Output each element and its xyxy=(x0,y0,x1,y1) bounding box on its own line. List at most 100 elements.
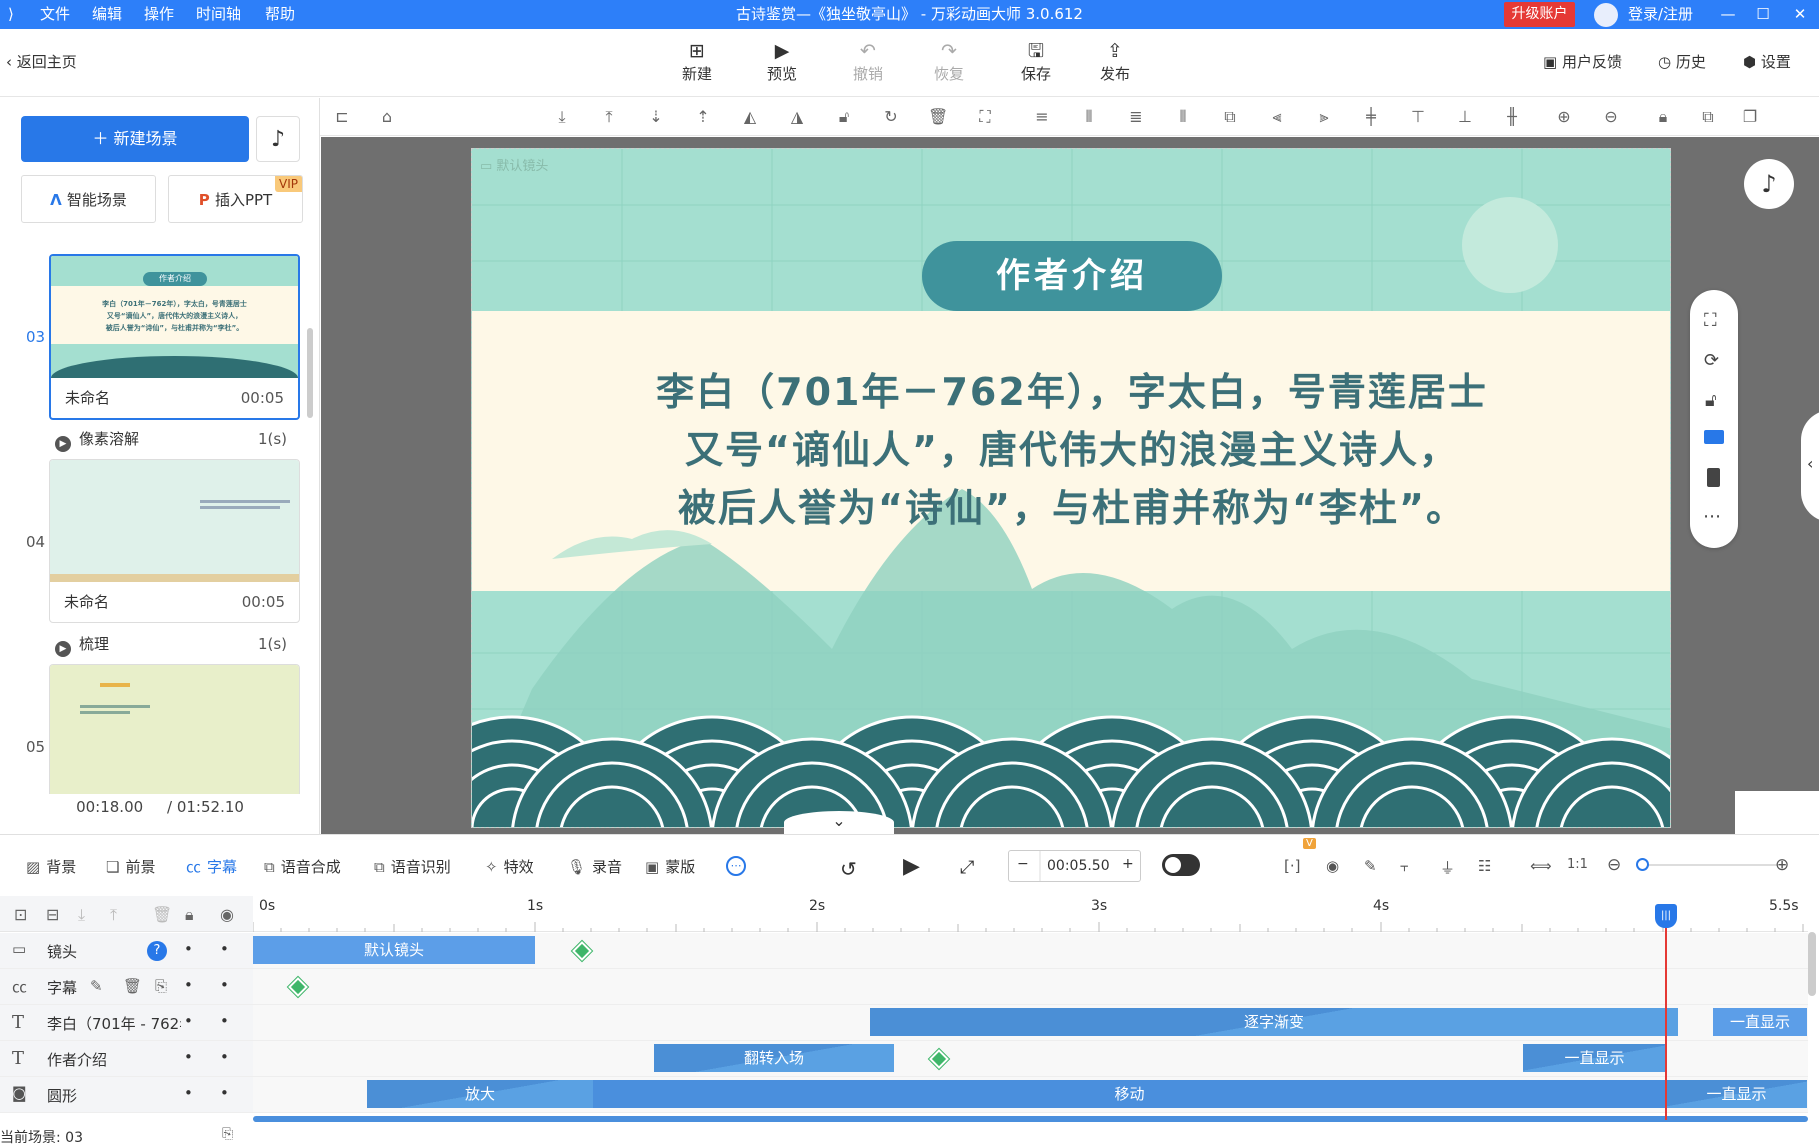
dot-icon[interactable]: • xyxy=(184,1012,193,1030)
align-left-icon[interactable]: ⫷ xyxy=(1267,107,1287,127)
lock-icon[interactable]: 🔓︎ xyxy=(834,107,854,127)
rotate-icon[interactable]: ↻ xyxy=(881,107,901,127)
flip-v-icon[interactable]: ◮ xyxy=(787,107,807,127)
move-up-icon[interactable]: ⤒ xyxy=(110,905,117,925)
move-down-icon[interactable]: ⤓ xyxy=(78,905,85,925)
track-camera[interactable]: 默认镜头 xyxy=(253,933,1808,969)
timeline-zoom-handle[interactable] xyxy=(1636,858,1649,871)
track-circle[interactable]: 放大 移动 一直显示 xyxy=(253,1077,1808,1113)
segment-zoom[interactable]: 放大 xyxy=(367,1080,593,1108)
lock-view-icon[interactable]: 🔓︎ xyxy=(1705,390,1717,411)
scene-canvas[interactable]: ▭ 默认镜头 作者介绍 李白（701年－762年），字太白，号青莲居士 又号“谪… xyxy=(471,148,1671,828)
mobile-view-icon[interactable] xyxy=(1707,468,1720,487)
align-bottom-icon[interactable]: ≣ xyxy=(1126,107,1146,127)
segment-move[interactable]: 移动 xyxy=(593,1080,1666,1108)
scene-thumb-04[interactable]: 未命名 00:05 xyxy=(49,459,300,623)
split-icon[interactable]: ⫟ xyxy=(1400,857,1409,875)
effects-tool[interactable]: ✧ 特效 xyxy=(485,856,534,877)
record-tool[interactable]: 🎙︎ 录音 xyxy=(567,856,622,877)
ruler-icon[interactable]: ⊏ xyxy=(332,107,352,127)
segment-always-show[interactable]: 一直显示 xyxy=(1523,1044,1666,1072)
delete-icon[interactable]: 🗑︎ xyxy=(928,107,948,127)
dot-icon[interactable]: • xyxy=(220,940,229,958)
home-icon[interactable]: ⌂ xyxy=(377,107,397,127)
dot-icon[interactable]: • xyxy=(220,1084,229,1102)
unlock-icon[interactable]: 🔒︎ xyxy=(1653,107,1673,127)
fit-width-icon[interactable]: ⟺ xyxy=(1530,857,1552,875)
crop-icon[interactable]: ⛶ xyxy=(975,107,995,127)
align-top-icon[interactable]: ≡ xyxy=(1032,107,1052,127)
menu-help[interactable]: 帮助 xyxy=(265,0,295,29)
segment-word-fade[interactable]: 逐字渐变 xyxy=(870,1008,1678,1036)
edit-icon[interactable]: ✎ xyxy=(1364,857,1377,875)
align-vtop-icon[interactable]: ⊤ xyxy=(1408,107,1428,127)
distribute-v-icon[interactable]: ⧉ xyxy=(1220,107,1240,127)
scene-scrollbar[interactable] xyxy=(307,328,313,418)
folder-icon[interactable]: ⊟ xyxy=(46,905,59,924)
one-to-one-icon[interactable]: 1:1 xyxy=(1567,857,1588,872)
filter-icon[interactable]: ⏚ xyxy=(1440,857,1455,878)
menu-file[interactable]: 文件 xyxy=(40,0,70,29)
time-stepper[interactable]: − 00:05.50 + xyxy=(1008,850,1141,882)
timeline-scrollbar[interactable] xyxy=(253,1116,1808,1122)
undo-button[interactable]: ↶ 撤销 xyxy=(838,39,898,84)
zoom-in-icon[interactable]: ⊕ xyxy=(1554,107,1574,127)
layer-camera[interactable]: ▭ 镜头? • • xyxy=(0,933,253,969)
dot-icon[interactable]: • xyxy=(184,940,193,958)
fit-screen-icon[interactable]: ⛶ xyxy=(1704,310,1717,331)
track-text-heading[interactable]: 翻转入场 一直显示 xyxy=(253,1041,1808,1077)
fullscreen-icon[interactable]: ⤢ xyxy=(960,857,974,878)
scene-thumb-03[interactable]: 作者介绍 李白（701年－762年），字太白，号青莲居士 又号“谪仙人”，唐代伟… xyxy=(49,254,300,420)
music-float-button[interactable]: ♪ xyxy=(1744,159,1794,209)
redo-button[interactable]: ↷ 恢复 xyxy=(919,39,979,84)
add-folder-icon[interactable]: ⊡ xyxy=(14,905,27,924)
desktop-view-icon[interactable] xyxy=(1704,430,1724,444)
layer-bottom-icon[interactable]: ⤓ xyxy=(552,107,572,127)
scene-list-icon[interactable]: ⎘ xyxy=(222,1126,233,1142)
smart-scene-button[interactable]: Ʌ 智能场景 xyxy=(21,175,156,223)
copy-icon[interactable]: ⧉ xyxy=(1698,107,1718,127)
back-home-link[interactable]: ‹ 返回主页 xyxy=(6,51,77,72)
fit-icon[interactable]: [·] xyxy=(1284,857,1300,875)
dot-icon[interactable]: • xyxy=(184,1048,193,1066)
preview-button[interactable]: ▶ 预览 xyxy=(752,39,812,84)
playhead-handle[interactable]: ||| xyxy=(1655,904,1677,928)
maximize-icon[interactable]: ☐ xyxy=(1749,0,1777,29)
track-scrollbar[interactable] xyxy=(1808,932,1816,996)
import-subtitle-icon[interactable]: ⎘ xyxy=(155,977,167,995)
transition-row[interactable]: ▶ 像素溶解 1(s) xyxy=(55,429,295,452)
dot-icon[interactable]: • xyxy=(184,976,193,994)
scene-thumb-05[interactable] xyxy=(49,664,300,794)
track-subtitle[interactable] xyxy=(253,969,1808,1005)
delete-subtitle-icon[interactable]: 🗑︎ xyxy=(123,977,142,995)
lock-all-icon[interactable]: 🔒︎ xyxy=(185,905,194,925)
segment-default-camera[interactable]: 默认镜头 xyxy=(253,936,535,964)
menu-timeline[interactable]: 时间轴 xyxy=(196,0,241,29)
time-ruler[interactable]: 0s 1s 2s 3s 4s 5.5s xyxy=(253,896,1808,932)
close-icon[interactable]: ✕ xyxy=(1786,0,1814,29)
dot-icon[interactable]: • xyxy=(220,1048,229,1066)
tts-tool[interactable]: ⧉ 语音合成 xyxy=(264,856,341,877)
camera-snap-icon[interactable]: ◉ xyxy=(1326,857,1339,875)
zoom-out-icon[interactable]: ⊖ xyxy=(1601,107,1621,127)
layer-circle[interactable]: ◙ 圆形 • • xyxy=(0,1077,253,1113)
zoom-out-timeline-icon[interactable]: ⊖ xyxy=(1607,855,1621,875)
mask-tool[interactable]: ▣ 蒙版 xyxy=(645,856,695,877)
heading-pill[interactable]: 作者介绍 xyxy=(922,241,1222,311)
distribute-h-icon[interactable]: ⫴ xyxy=(1173,107,1193,127)
dot-icon[interactable]: • xyxy=(184,1084,193,1102)
plus-icon[interactable]: + xyxy=(1122,856,1134,872)
menu-operate[interactable]: 操作 xyxy=(144,0,174,29)
login-link[interactable]: 登录/注册 xyxy=(1628,0,1693,29)
publish-button[interactable]: ⇪ 发布 xyxy=(1085,39,1145,84)
history-link[interactable]: ◷ 历史 xyxy=(1658,51,1706,72)
align-vcenter-icon[interactable]: ╫ xyxy=(1502,107,1522,127)
rotate-view-icon[interactable]: ⟳ xyxy=(1704,350,1719,371)
trash-icon[interactable]: 🗑︎ xyxy=(152,905,172,924)
layer-down-icon[interactable]: ⇣ xyxy=(646,107,666,127)
save-button[interactable]: 🖫 保存 xyxy=(1006,39,1066,84)
timeline-zoom-track[interactable] xyxy=(1640,864,1778,866)
track-text-poem[interactable]: 逐字渐变 一直显示 xyxy=(253,1005,1808,1041)
music-button[interactable]: ♪ xyxy=(256,116,300,162)
upgrade-button[interactable]: 升级账户 xyxy=(1504,2,1575,27)
